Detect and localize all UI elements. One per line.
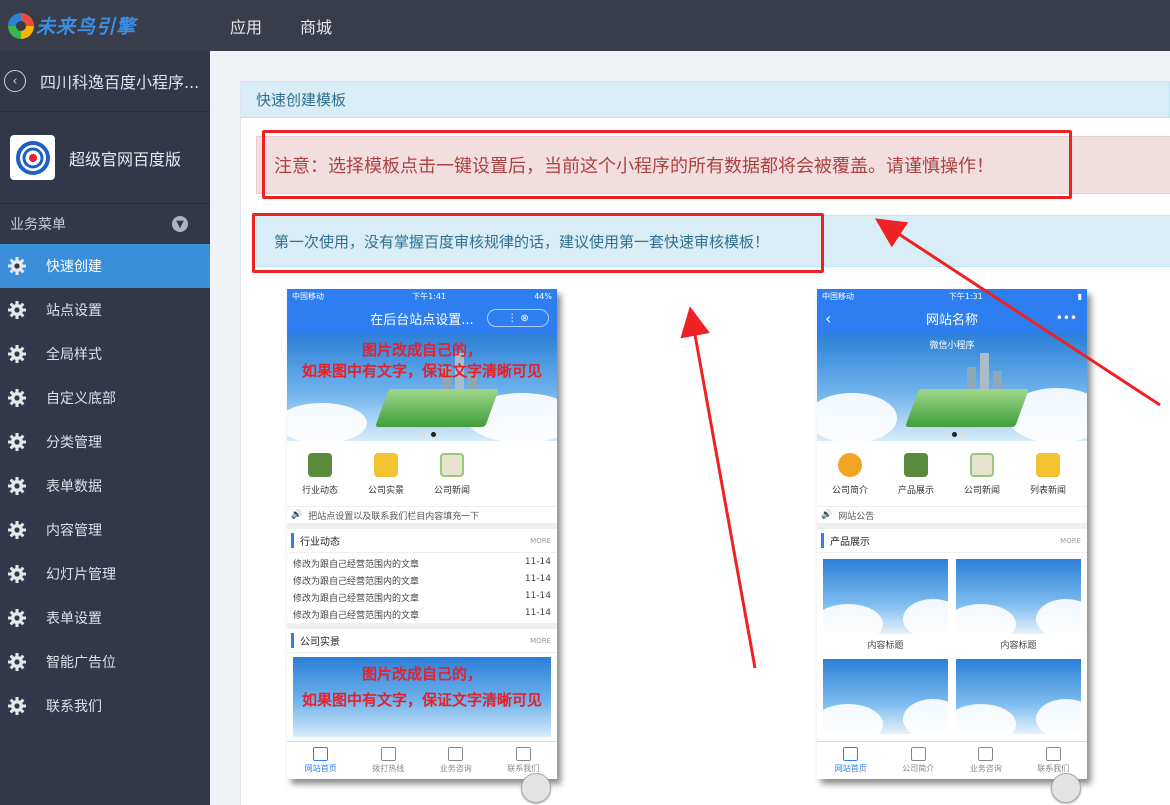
arrow-to-template-1 <box>680 306 757 669</box>
arrow-to-warning <box>874 218 1161 407</box>
annotation-arrows <box>680 218 1161 669</box>
